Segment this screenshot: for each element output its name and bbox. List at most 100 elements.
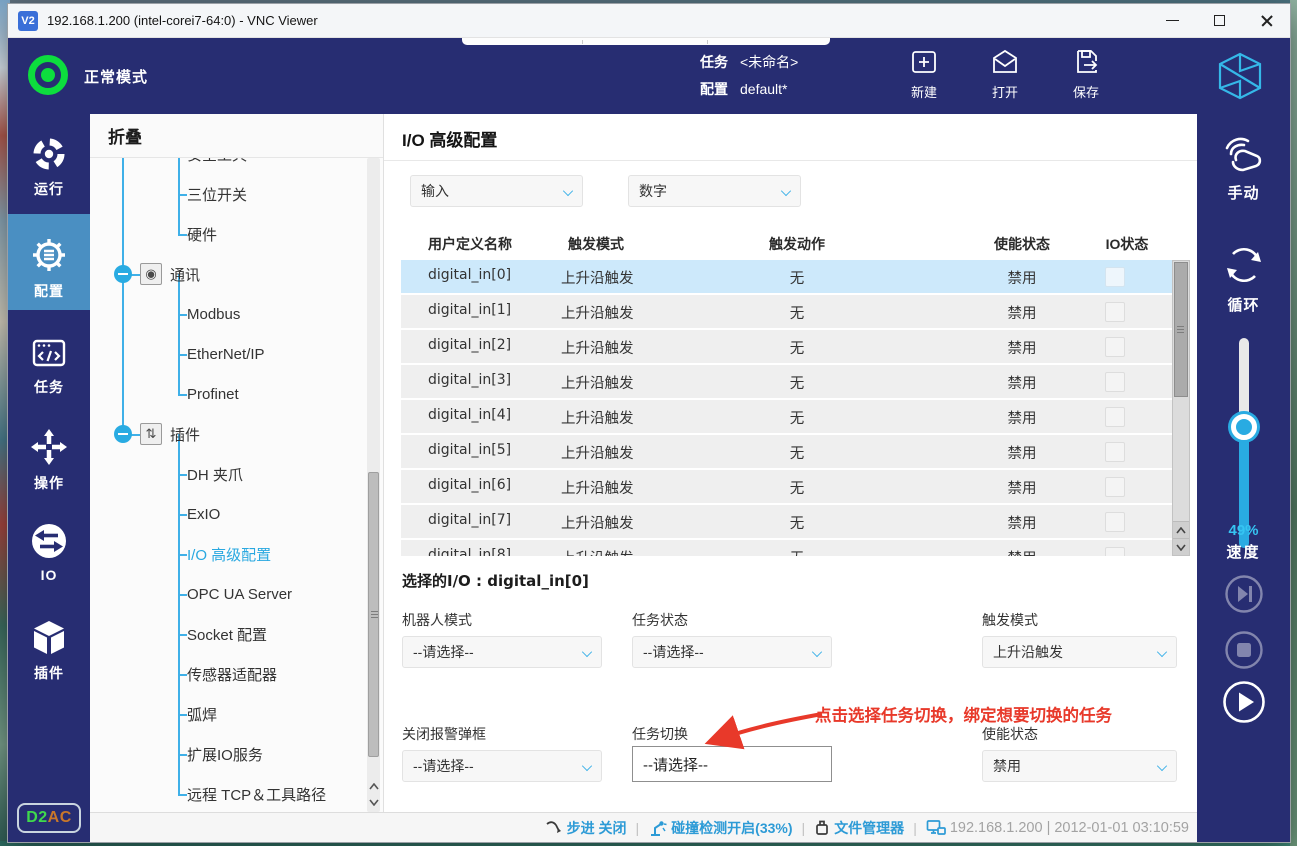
table-row[interactable]: digital_in[8] 上升沿触发 无 禁用 bbox=[401, 540, 1190, 556]
col-header-enable-state: 使能状态 bbox=[994, 236, 1050, 252]
io-table-body: digital_in[0] 上升沿触发 无 禁用 digital_in[1] 上… bbox=[401, 260, 1190, 556]
step-next-button[interactable] bbox=[1224, 574, 1264, 619]
close-alarm-popup-select[interactable]: --请选择-- bbox=[402, 750, 602, 782]
loop-mode-button[interactable]: 循环 bbox=[1197, 242, 1290, 315]
table-row[interactable]: digital_in[6] 上升沿触发 无 禁用 bbox=[401, 470, 1190, 503]
io-state-checkbox[interactable] bbox=[1105, 372, 1125, 392]
enable-state-select[interactable]: 禁用 bbox=[982, 750, 1177, 782]
vnc-toolbar-tab[interactable] bbox=[462, 38, 830, 45]
io-state-checkbox[interactable] bbox=[1105, 442, 1125, 462]
robot-mode-select[interactable]: --请选择-- bbox=[402, 636, 602, 668]
nav-item-io[interactable]: IO bbox=[8, 514, 90, 594]
step-status-text: 步进 关闭 bbox=[566, 819, 627, 836]
table-row[interactable]: digital_in[4] 上升沿触发 无 禁用 bbox=[401, 400, 1190, 433]
cell-enable-state: 禁用 bbox=[1007, 271, 1037, 287]
nav-item-config[interactable]: 配置 bbox=[8, 214, 90, 310]
tree-item[interactable]: DH 夹爪 bbox=[90, 454, 363, 494]
cell-enable-state: 禁用 bbox=[966, 547, 1078, 556]
tree-item[interactable]: ExIO bbox=[90, 494, 363, 534]
file-manager-button[interactable]: 文件管理器 bbox=[814, 818, 904, 838]
tree-body: 安全工具 三位开关 硬件 ◉ 通讯 bbox=[90, 158, 383, 812]
tree-item[interactable]: 安全工具 bbox=[90, 158, 363, 174]
save-button[interactable]: 保存 bbox=[1054, 47, 1118, 101]
tree-item-label: 弧焊 bbox=[187, 706, 218, 724]
io-state-checkbox[interactable] bbox=[1105, 302, 1125, 322]
tree-item[interactable]: 传感器适配器 bbox=[90, 654, 363, 694]
io-state-checkbox[interactable] bbox=[1105, 477, 1125, 497]
table-row[interactable]: digital_in[3] 上升沿触发 无 禁用 bbox=[401, 365, 1190, 398]
config-value: default* bbox=[740, 81, 788, 97]
table-scrollbar-thumb[interactable] bbox=[1174, 262, 1188, 397]
nav-item-run[interactable]: 运行 bbox=[8, 128, 90, 208]
cell-name: digital_in[3] bbox=[428, 372, 512, 388]
close-button[interactable] bbox=[1243, 4, 1290, 37]
tree-item[interactable]: Socket 配置 bbox=[90, 614, 363, 654]
table-scroll-up-button[interactable] bbox=[1173, 521, 1189, 538]
table-row[interactable]: digital_in[7] 上升沿触发 无 禁用 bbox=[401, 505, 1190, 538]
step-mode-status[interactable]: 步进 关闭 bbox=[545, 818, 627, 838]
skip-next-icon bbox=[1224, 575, 1263, 613]
manual-mode-button[interactable]: 手动 bbox=[1197, 132, 1290, 203]
task-state-select[interactable]: --请选择-- bbox=[632, 636, 832, 668]
broadcast-icon: ◉ bbox=[140, 263, 162, 285]
tree-item[interactable]: OPC UA Server bbox=[90, 574, 363, 614]
tree-item[interactable]: 硬件 bbox=[90, 214, 363, 254]
trigger-mode-select[interactable]: 上升沿触发 bbox=[982, 636, 1177, 668]
tree-collapse-header[interactable]: 折叠 bbox=[90, 114, 383, 158]
cell-trigger-action: 无 bbox=[789, 446, 805, 462]
table-row[interactable]: digital_in[1] 上升沿触发 无 禁用 bbox=[401, 295, 1190, 328]
tree-item[interactable]: 远程 TCP＆工具路径 bbox=[90, 774, 363, 812]
cell-trigger-action: 无 bbox=[789, 481, 805, 497]
d2ac-badge[interactable]: D2 AC bbox=[17, 803, 81, 833]
io-type-select[interactable]: 数字 bbox=[628, 175, 801, 207]
tree-item-label: 通讯 bbox=[170, 266, 201, 284]
cell-trigger-action: 无 bbox=[789, 341, 805, 357]
new-file-icon bbox=[912, 51, 936, 73]
tree-item[interactable]: ⇅ 插件 bbox=[90, 414, 363, 454]
scroll-down-button[interactable] bbox=[367, 794, 380, 810]
tree-item[interactable]: 扩展IO服务 bbox=[90, 734, 363, 774]
maximize-button[interactable] bbox=[1196, 4, 1243, 37]
io-state-checkbox[interactable] bbox=[1105, 547, 1125, 556]
tree-scrollbar[interactable] bbox=[367, 158, 380, 812]
task-label: 任务 bbox=[700, 54, 728, 70]
tree-item[interactable]: ◉ 通讯 bbox=[90, 254, 363, 294]
collapse-minus-icon[interactable] bbox=[114, 425, 132, 443]
tree-item[interactable]: 弧焊 bbox=[90, 694, 363, 734]
nav-item-task[interactable]: 任务 bbox=[8, 328, 90, 408]
open-button[interactable]: 打开 bbox=[973, 47, 1037, 101]
speed-slider[interactable] bbox=[1231, 338, 1257, 548]
new-button[interactable]: 新建 bbox=[892, 47, 956, 101]
tree-item[interactable]: EtherNet/IP bbox=[90, 334, 363, 374]
io-state-checkbox[interactable] bbox=[1105, 512, 1125, 532]
collision-detect-status[interactable]: 碰撞检测开启(33%) bbox=[648, 818, 793, 838]
collapse-minus-icon[interactable] bbox=[114, 265, 132, 283]
run-icon bbox=[33, 138, 65, 170]
io-direction-select[interactable]: 输入 bbox=[410, 175, 583, 207]
io-state-checkbox[interactable] bbox=[1105, 407, 1125, 427]
stop-button[interactable] bbox=[1224, 630, 1264, 675]
tree-scrollbar-thumb[interactable] bbox=[368, 472, 379, 757]
nav-item-operate[interactable]: 操作 bbox=[8, 420, 90, 500]
play-button[interactable] bbox=[1222, 680, 1266, 729]
table-row[interactable]: digital_in[0] 上升沿触发 无 禁用 bbox=[401, 260, 1190, 293]
io-state-checkbox[interactable] bbox=[1105, 267, 1125, 287]
table-scrollbar[interactable] bbox=[1172, 260, 1190, 556]
table-scroll-down-button[interactable] bbox=[1173, 538, 1189, 555]
tree-item[interactable]: Modbus bbox=[90, 294, 363, 334]
nav-item-plugin[interactable]: 插件 bbox=[8, 612, 90, 692]
ip-address-text: 192.168.1.200 bbox=[949, 819, 1043, 836]
minimize-button[interactable] bbox=[1149, 4, 1196, 37]
slider-handle[interactable] bbox=[1231, 414, 1257, 440]
task-switch-select[interactable]: --请选择-- bbox=[632, 746, 832, 782]
scroll-up-button[interactable] bbox=[367, 778, 380, 794]
io-state-checkbox[interactable] bbox=[1105, 337, 1125, 357]
tree-item-label: 远程 TCP＆工具路径 bbox=[187, 786, 327, 804]
cell-enable-state: 禁用 bbox=[1007, 306, 1037, 322]
tree-item[interactable]: I/O 高级配置 bbox=[90, 534, 363, 574]
tree-item[interactable]: 三位开关 bbox=[90, 174, 363, 214]
table-row[interactable]: digital_in[2] 上升沿触发 无 禁用 bbox=[401, 330, 1190, 363]
status-bar: 步进 关闭 | 碰撞检测开启(33%) | 文件管理器 | 192.168.1.… bbox=[90, 812, 1197, 842]
table-row[interactable]: digital_in[5] 上升沿触发 无 禁用 bbox=[401, 435, 1190, 468]
tree-item[interactable]: Profinet bbox=[90, 374, 363, 414]
